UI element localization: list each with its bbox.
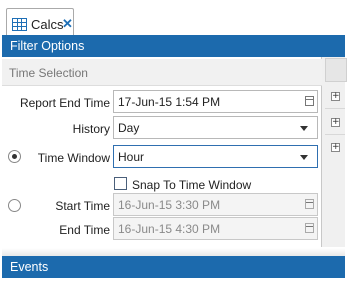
history-label: History: [72, 122, 110, 136]
expand-icon[interactable]: +: [331, 92, 340, 101]
section-title: Time Selection: [9, 66, 88, 80]
filter-options-header[interactable]: Filter Options: [2, 35, 345, 57]
report-end-time-value: 17-Jun-15 1:54 PM: [118, 95, 221, 109]
snap-label: Snap To Time Window: [132, 178, 252, 192]
chevron-down-icon: [300, 126, 308, 131]
calcs-panel: Calcs ✕ Filter Options Time Selection Re…: [0, 0, 347, 281]
grid-icon: [12, 18, 27, 31]
expand-icon[interactable]: +: [331, 118, 340, 127]
report-end-time-label: Report End Time: [19, 96, 110, 110]
time-window-label: Time Window: [37, 151, 110, 165]
calendar-icon[interactable]: [305, 96, 314, 106]
side-pane: + + +: [322, 57, 347, 247]
end-time-field[interactable]: 16-Jun-15 4:30 PM: [113, 217, 318, 240]
events-title: Events: [10, 260, 49, 274]
report-end-time-field[interactable]: 17-Jun-15 1:54 PM: [113, 90, 318, 113]
start-time-value: 16-Jun-15 3:30 PM: [118, 198, 221, 212]
start-time-field[interactable]: 16-Jun-15 3:30 PM: [113, 193, 318, 216]
history-dropdown[interactable]: Day: [113, 116, 318, 139]
divider: [2, 248, 345, 256]
end-time-value: 16-Jun-15 4:30 PM: [118, 222, 221, 236]
side-pane-header: [325, 58, 347, 82]
chevron-down-icon: [300, 155, 308, 160]
history-value: Day: [118, 121, 140, 135]
time-selection-section[interactable]: Time Selection: [2, 59, 322, 86]
calendar-icon[interactable]: [305, 223, 314, 233]
expand-icon[interactable]: +: [331, 143, 340, 152]
time-window-radio[interactable]: [8, 150, 21, 163]
divider: [325, 134, 345, 135]
close-icon[interactable]: ✕: [62, 16, 73, 32]
tab-strip: Calcs ✕: [2, 4, 345, 39]
snap-checkbox[interactable]: [114, 177, 127, 190]
time-window-dropdown[interactable]: Hour: [113, 145, 318, 168]
end-time-label: End Time: [59, 223, 110, 237]
start-time-label: Start Time: [55, 199, 110, 213]
events-header[interactable]: Events: [2, 256, 345, 278]
filter-options-title: Filter Options: [10, 39, 85, 53]
divider: [325, 108, 345, 109]
time-window-value: Hour: [118, 150, 145, 164]
tab-label: Calcs: [31, 17, 64, 32]
calendar-icon[interactable]: [305, 199, 314, 209]
filter-options-pane: Time Selection Report End Time 17-Jun-15…: [2, 57, 322, 247]
